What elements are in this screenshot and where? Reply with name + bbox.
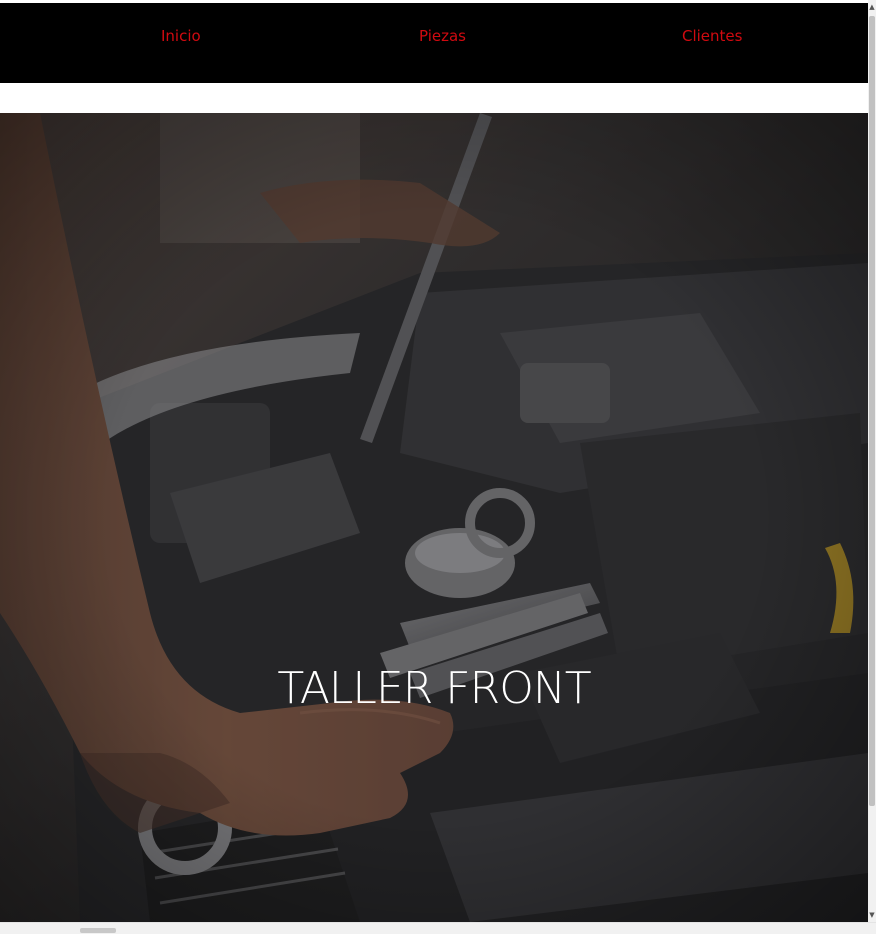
hero-background-image xyxy=(0,113,868,922)
scroll-down-icon[interactable]: ▼ xyxy=(868,908,876,922)
page-viewport: Inicio Piezas Clientes TALLER FRONT xyxy=(0,0,868,922)
nav-link-piezas[interactable]: Piezas xyxy=(419,27,466,45)
vertical-scroll-thumb[interactable] xyxy=(869,16,875,806)
horizontal-scrollbar[interactable] xyxy=(0,922,876,934)
horizontal-scroll-thumb[interactable] xyxy=(80,928,116,933)
nav-link-clientes[interactable]: Clientes xyxy=(682,27,742,45)
main-navbar: Inicio Piezas Clientes xyxy=(0,3,868,83)
vertical-scrollbar[interactable]: ▲ ▼ xyxy=(868,0,876,922)
nav-link-inicio[interactable]: Inicio xyxy=(161,27,201,45)
hero-banner: TALLER FRONT xyxy=(0,113,868,922)
scroll-up-icon[interactable]: ▲ xyxy=(868,0,876,14)
hero-title: TALLER FRONT xyxy=(277,663,591,714)
